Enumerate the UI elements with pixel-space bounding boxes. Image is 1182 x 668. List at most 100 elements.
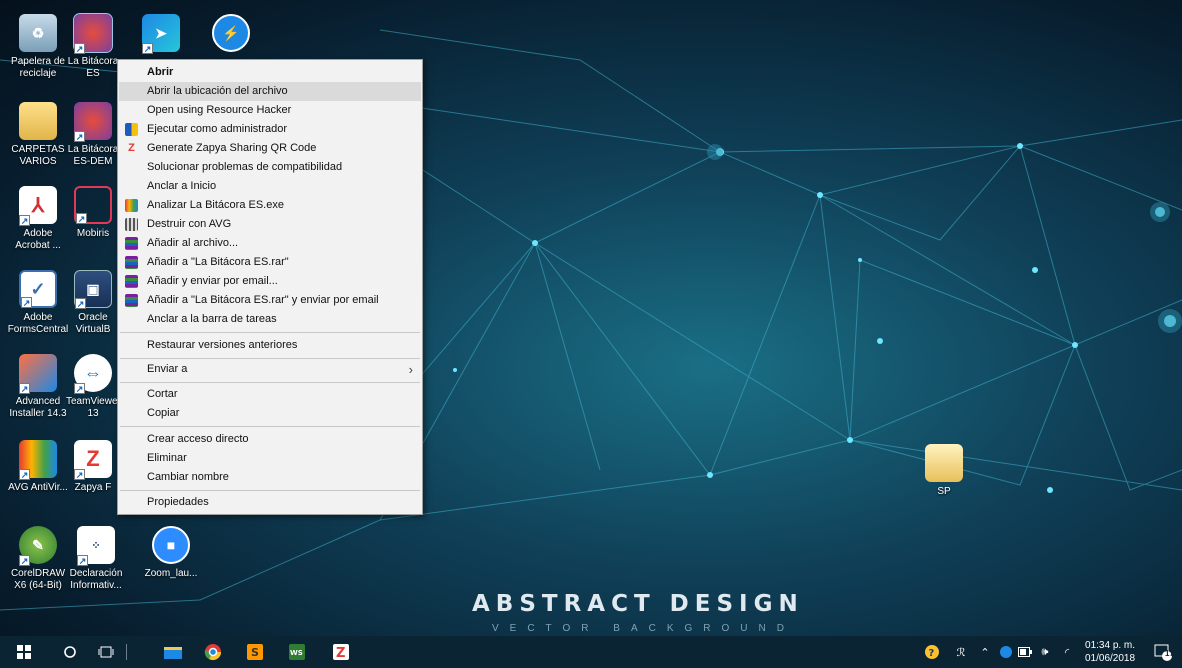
desktop-icon-zapya[interactable]: Z ↗ Zapya F [66,440,120,494]
menu-item-anclar-barra[interactable]: Anclar a la barra de tareas [119,310,421,329]
menu-item-abrir-ubicacion[interactable]: Abrir la ubicación del archivo [119,82,421,101]
lightning-app-icon: ⚡ [212,14,250,52]
menu-item-restaurar[interactable]: Restaurar versiones anteriores [119,336,421,355]
desktop-icon-carpetas-varios[interactable]: CARPETAS VARIOS [6,102,70,168]
desktop-icon-adobe-acrobat[interactable]: ⅄ ↗ Adobe Acrobat ... [6,186,70,252]
wps-button[interactable]: WS [282,636,312,668]
desktop-icon-sat-declaracion[interactable]: ⁘ ↗ Declaración Informativ... [66,526,126,592]
adobe-acrobat-icon: ⅄ ↗ [19,186,57,226]
desktop-icon-avg-antivirus[interactable]: ↗ AVG AntiVir... [6,440,70,506]
menu-item-enviar-a[interactable]: Enviar a › [119,360,421,379]
wifi-tray-button[interactable]: ◜ [1058,636,1076,668]
chrome-icon [204,644,222,661]
sublime-text-button[interactable]: S [240,636,270,668]
desktop-icon-lightning-app[interactable]: ⚡ [206,14,256,56]
zapya-taskbar-button[interactable]: Z [326,636,356,668]
menu-item-compatibilidad[interactable]: Solucionar problemas de compatibilidad [119,158,421,177]
search-button[interactable] [56,636,84,668]
svg-text:WS: WS [290,649,303,657]
volume-tray-button[interactable]: 🕪 [1036,636,1054,668]
menu-item-anclar-inicio[interactable]: Anclar a Inicio [119,177,421,196]
desktop-icon-sharing-app[interactable]: ➤ ↗ [136,14,186,56]
zapya-small-icon: Z [128,142,135,154]
shortcut-arrow-icon: ↗ [74,383,85,394]
menu-item-label: Añadir y enviar por email... [147,275,278,287]
desktop-icon-la-bitacora-demo[interactable]: ↗ La Bitácora ES-DEM [66,102,120,168]
volume-icon: 🕪 [1041,645,1049,658]
action-center-button[interactable]: 17 [1150,636,1176,668]
menu-item-label: Añadir a "La Bitácora ES.rar" [147,256,289,268]
menu-item-destruir-avg[interactable]: Destruir con AVG [119,215,421,234]
menu-item-copiar[interactable]: Copiar [119,404,421,423]
svg-text:S: S [251,646,259,659]
show-hidden-icons-button[interactable]: ⌃ [976,636,994,668]
help-icon: ? [925,645,939,659]
file-explorer-button[interactable] [158,636,188,668]
shortcut-arrow-icon: ↗ [74,469,85,480]
menu-item-cortar[interactable]: Cortar [119,385,421,404]
desktop-icon-advanced-installer[interactable]: ↗ Advanced Installer 14.3 [6,354,70,420]
menu-item-anadir-rar[interactable]: Añadir a "La Bitácora ES.rar" [119,253,421,272]
clock[interactable]: 01:34 p. m. 01/06/2018 [1085,639,1135,665]
desktop-icon-recycle-bin[interactable]: ♻ Papelera de reciclaje [6,14,70,80]
desktop-icon-zoom[interactable]: ■ Zoom_lau... [140,526,202,580]
menu-item-crear-acceso[interactable]: Crear acceso directo [119,430,421,449]
menu-item-label: Solucionar problemas de compatibilidad [147,161,343,173]
menu-item-abrir[interactable]: Abrir [119,63,421,82]
clock-date: 01/06/2018 [1085,653,1136,664]
menu-item-propiedades[interactable]: Propiedades [119,493,421,512]
sharing-app-icon: ➤ ↗ [142,14,180,54]
file-explorer-icon [164,647,182,659]
onedrive-tray-button[interactable] [996,636,1016,668]
chrome-button[interactable] [198,636,228,668]
wps-icon: WS [289,644,305,660]
zapya-icon: Z ↗ [74,440,112,480]
menu-item-anadir-rar-email[interactable]: Añadir a "La Bitácora ES.rar" y enviar p… [119,291,421,310]
uac-shield-icon [125,123,138,136]
desktop-icon-label: Adobe FormsCentral [7,312,69,335]
desktop-icon-coreldraw[interactable]: ✎ ↗ CorelDRAW X6 (64-Bit) [6,526,70,592]
help-tray-button[interactable]: ? [920,636,944,668]
menu-item-resource-hacker[interactable]: Open using Resource Hacker [119,101,421,120]
menu-item-label: Abrir [147,66,174,78]
desktop-icon-oracle-virtualbox[interactable]: ▣ ↗ Oracle VirtualB [66,270,120,336]
menu-item-anadir-email[interactable]: Añadir y enviar por email... [119,272,421,291]
shortcut-arrow-icon: ↗ [21,297,32,308]
shortcut-arrow-icon: ↗ [75,298,86,309]
zoom-icon: ■ [152,526,190,564]
menu-item-zapya-qr[interactable]: Z Generate Zapya Sharing QR Code [119,139,421,158]
menu-item-label: Añadir al archivo... [147,237,239,249]
desktop-icon-teamviewer[interactable]: ⇔ ↗ TeamViewer 13 [66,354,120,420]
menu-item-label: Anclar a la barra de tareas [147,313,277,325]
menu-item-ejecutar-administrador[interactable]: Ejecutar como administrador [119,120,421,139]
desktop-icon-label: La Bitácora ES [67,56,119,79]
menu-item-label: Crear acceso directo [147,433,249,445]
people-tray-button[interactable]: ℛ [950,636,972,668]
start-button[interactable] [8,636,40,668]
menu-item-label: Open using Resource Hacker [147,104,292,116]
menu-item-eliminar[interactable]: Eliminar [119,449,421,468]
advanced-installer-icon: ↗ [19,354,57,394]
desktop-icon-label: Oracle VirtualB [75,312,111,335]
wallpaper-brand-title: ABSTRACT DESIGN [472,591,804,617]
menu-item-cambiar-nombre[interactable]: Cambiar nombre [119,468,421,487]
desktop-icon-la-bitacora[interactable]: ↗ La Bitácora ES [66,13,120,80]
menu-separator [120,382,420,383]
desktop-icon-label: Advanced Installer 14.3 [9,396,67,419]
desktop-icon-mobiris[interactable]: ↗ Mobiris [66,186,120,240]
menu-item-label: Añadir a "La Bitácora ES.rar" y enviar p… [147,294,379,306]
zapya-taskbar-icon: Z [333,644,349,660]
menu-item-label: Eliminar [147,452,187,464]
desktop-icon-label: AVG AntiVir... [8,482,68,493]
menu-item-analizar[interactable]: Analizar La Bitácora ES.exe [119,196,421,215]
menu-item-label: Enviar a [147,363,188,375]
desktop-icon-sp-folder[interactable]: SP [912,444,976,498]
menu-item-label: Propiedades [147,496,209,508]
winrar-icon [125,256,138,269]
desktop-icon-adobe-formscentral[interactable]: ✓ ↗ Adobe FormsCentral [6,270,70,336]
battery-tray-button[interactable] [1016,636,1034,668]
task-view-button[interactable] [92,636,120,668]
menu-item-anadir-archivo[interactable]: Añadir al archivo... [119,234,421,253]
desktop-icon-label: La Bitácora ES-DEM [67,144,119,167]
desktop-icon-label: Zapya F [74,482,112,493]
